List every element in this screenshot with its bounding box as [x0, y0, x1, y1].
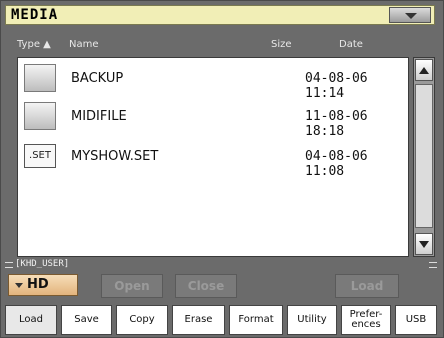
column-headers: Type ▲ Name Size Date	[17, 39, 415, 53]
tab-load[interactable]: Load	[5, 305, 57, 335]
media-screen: MEDIA Type ▲ Name Size Date BACKUP 04-08…	[0, 0, 444, 338]
open-button[interactable]: Open	[101, 274, 163, 298]
column-header-date[interactable]: Date	[339, 39, 363, 50]
list-item[interactable]: BACKUP 04-08-06 11:14	[18, 60, 408, 101]
arrow-down-icon	[419, 241, 429, 248]
tab-preferences[interactable]: Prefer- ences	[341, 305, 391, 335]
column-header-type[interactable]: Type ▲	[17, 39, 51, 50]
file-name: MIDIFILE	[71, 109, 127, 124]
scrollbar[interactable]	[413, 57, 435, 257]
path-bar: [KHD_USER]	[5, 259, 437, 271]
tab-usb[interactable]: USB	[395, 305, 437, 335]
file-date: 04-08-06 11:14	[305, 71, 368, 101]
tab-bar: Load Save Copy Erase Format Utility Pref…	[5, 304, 441, 336]
file-name: MYSHOW.SET	[71, 149, 159, 164]
device-selector[interactable]: HD	[8, 274, 78, 296]
title-bar: MEDIA	[5, 5, 435, 25]
scroll-up-button[interactable]	[415, 59, 433, 81]
file-date: 04-08-06 11:08	[305, 149, 368, 179]
current-path: [KHD_USER]	[15, 259, 70, 269]
tab-utility[interactable]: Utility	[287, 305, 337, 335]
tab-save[interactable]: Save	[61, 305, 112, 335]
folder-icon	[24, 64, 56, 92]
chevron-down-icon	[15, 283, 23, 288]
scroll-down-button[interactable]	[415, 233, 433, 255]
close-button[interactable]: Close	[175, 274, 237, 298]
tab-copy[interactable]: Copy	[116, 305, 168, 335]
page-menu-button[interactable]	[389, 7, 431, 23]
tab-erase[interactable]: Erase	[172, 305, 225, 335]
list-item[interactable]: MIDIFILE 11-08-06 18:18	[18, 98, 408, 139]
tab-format[interactable]: Format	[229, 305, 283, 335]
column-header-name[interactable]: Name	[69, 39, 99, 50]
file-name: BACKUP	[71, 71, 124, 86]
list-item[interactable]: .SET MYSHOW.SET 04-08-06 11:08	[18, 138, 408, 179]
device-label: HD	[27, 277, 49, 292]
page-title: MEDIA	[11, 7, 59, 23]
chevron-down-icon	[405, 13, 417, 19]
load-button[interactable]: Load	[335, 274, 399, 298]
folder-icon	[24, 102, 56, 130]
grip-icon	[429, 262, 437, 268]
column-header-size[interactable]: Size	[271, 39, 292, 50]
arrow-up-icon	[419, 67, 429, 74]
set-file-icon: .SET	[24, 144, 56, 168]
file-date: 11-08-06 18:18	[305, 109, 368, 139]
file-list: BACKUP 04-08-06 11:14 MIDIFILE 11-08-06 …	[17, 57, 409, 257]
grip-icon	[5, 262, 13, 268]
scroll-thumb[interactable]	[415, 84, 433, 228]
